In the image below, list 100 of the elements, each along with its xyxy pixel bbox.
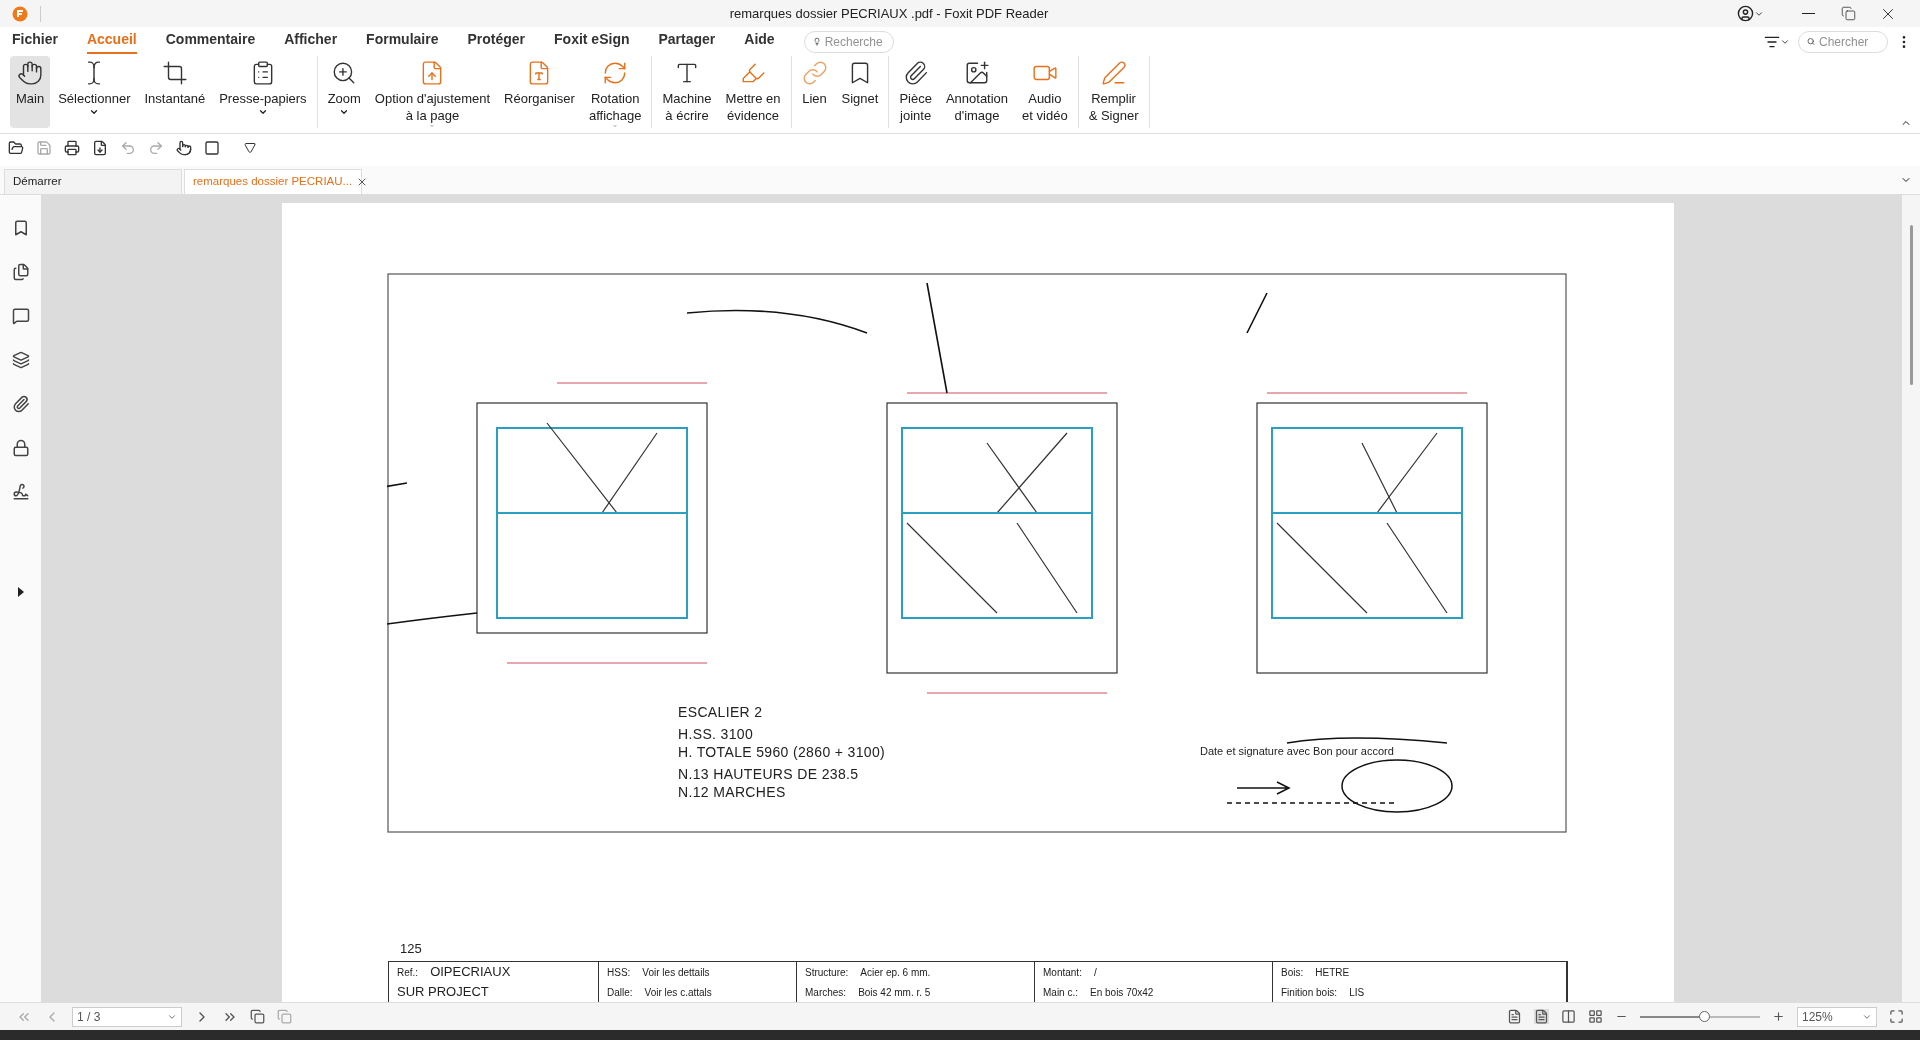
field-value: / xyxy=(1093,965,1097,980)
ribbon-label: & Signer xyxy=(1088,107,1139,124)
drawing-note: H. TOTALE 5960 (2860 + 3100) xyxy=(678,743,886,761)
layers-icon[interactable] xyxy=(11,351,30,369)
ribbon-label: affichage xyxy=(588,107,642,124)
ribbon-label: Pièce xyxy=(899,90,932,107)
ribbon-button[interactable]: Presse-papiers xyxy=(213,56,313,128)
ribbon-button[interactable]: Remplir & Signer xyxy=(1082,56,1145,128)
pages-icon[interactable] xyxy=(11,263,30,281)
expand-panel-icon[interactable] xyxy=(17,587,24,597)
ribbon-button[interactable]: Réorganiser xyxy=(498,56,581,128)
image-icon xyxy=(964,60,990,86)
menu-tab[interactable]: Formulaire xyxy=(366,29,439,54)
menu-tab[interactable]: Afficher xyxy=(284,29,338,54)
zoom-slider-thumb[interactable] xyxy=(1698,1010,1710,1022)
ribbon-label: Mettre en xyxy=(725,90,781,107)
link-icon xyxy=(801,60,828,86)
restore-icon xyxy=(1840,6,1856,21)
crop-icon xyxy=(161,60,188,86)
minimize-icon xyxy=(1801,13,1815,14)
zoom-in-icon[interactable] xyxy=(1772,1010,1785,1023)
drawing-note: N.13 HAUTEURS DE 238.5 xyxy=(678,765,860,783)
ribbon-button[interactable]: Pièce jointe xyxy=(893,56,938,128)
menu-tab[interactable]: Partager xyxy=(658,29,716,54)
ribbon-label: Signet xyxy=(841,90,879,107)
fullscreen-icon[interactable] xyxy=(1889,1009,1904,1024)
lock-icon[interactable] xyxy=(11,439,30,457)
lightbulb-icon xyxy=(812,35,821,48)
ribbon-label: jointe xyxy=(900,107,932,124)
single-page-icon[interactable] xyxy=(1507,1009,1522,1024)
field-value: Bois 42 mm. r. 5 xyxy=(858,985,931,1000)
field-label: Bois: xyxy=(1281,965,1304,980)
window-title: remarques dossier PECRIAUX .pdf - Foxit PDF Reader xyxy=(728,4,1050,23)
menu-tab[interactable]: Protéger xyxy=(467,29,526,54)
field-label: Structure: xyxy=(805,965,849,980)
ribbon-label: Zoom xyxy=(327,90,361,107)
continuous-page-icon[interactable] xyxy=(1534,1009,1549,1024)
ribbon-button[interactable]: Instantané xyxy=(138,56,212,128)
ribbon-label: Presse-papiers xyxy=(219,90,307,107)
document-tab[interactable]: Démarrer xyxy=(4,169,182,194)
ribbon-button[interactable]: Zoom xyxy=(321,56,367,128)
menu-tab[interactable]: Commentaire xyxy=(165,29,256,54)
field-value: LIS xyxy=(1349,985,1365,1000)
dropdown-icon[interactable] xyxy=(244,142,256,154)
ribbon-button[interactable]: Mettre en évidence xyxy=(719,56,787,128)
ribbon-label: Annotation xyxy=(945,90,1009,107)
page-icon[interactable] xyxy=(92,140,108,156)
rectangle-icon[interactable] xyxy=(204,140,220,156)
find-input[interactable]: Chercher xyxy=(1819,32,1879,51)
drawing-note: ESCALIER 2 xyxy=(678,703,764,721)
field-label: Montant: xyxy=(1043,965,1082,980)
scrollbar-thumb[interactable] xyxy=(1909,225,1913,385)
field-value: Acier ep. 6 mm. xyxy=(860,965,931,980)
zoom-field[interactable]: 125% xyxy=(1797,1006,1877,1027)
ribbon-label: évidence xyxy=(727,107,780,124)
pointer-icon[interactable] xyxy=(176,140,192,156)
user-icon xyxy=(1737,5,1754,22)
ribbon-button[interactable]: Rotation affichage xyxy=(582,56,648,128)
field-label: Finition bois: xyxy=(1281,985,1338,1000)
ribbon-button[interactable]: Main xyxy=(10,56,51,128)
two-page-icon[interactable] xyxy=(1561,1009,1576,1024)
page-number-field[interactable]: 1 / 3 xyxy=(72,1006,182,1027)
ribbon-label: Rotation xyxy=(590,90,640,107)
app-logo-icon xyxy=(12,5,28,22)
ribbon-label: Audio xyxy=(1028,90,1062,107)
drawing-note: N.12 MARCHES xyxy=(678,783,787,801)
hand-icon xyxy=(17,60,44,86)
signature-label: Date et signature avec Bon pour accord xyxy=(1200,744,1394,759)
field-label: HSS: xyxy=(607,965,631,980)
field-value: Voir les c.attals xyxy=(644,985,712,1000)
ribbon-label: Sélectionner xyxy=(58,90,131,107)
menu-tab[interactable]: Foxit eSign xyxy=(554,29,630,54)
ribbon-label: Main xyxy=(16,90,45,107)
ribbon-button[interactable]: Option d'ajustement à la page xyxy=(368,56,497,128)
signature-icon[interactable] xyxy=(11,483,30,501)
open-folder-icon[interactable] xyxy=(8,140,24,156)
field-value: HETRE xyxy=(1315,965,1350,980)
ribbon-button[interactable]: Lien xyxy=(795,56,834,128)
menu-tab[interactable]: Fichier xyxy=(12,29,58,54)
account-button[interactable] xyxy=(1737,5,1764,22)
field-value: SUR PROJECT xyxy=(397,983,489,1002)
field-value: OIPECRIAUX xyxy=(430,963,511,982)
search-input[interactable]: Recherche xyxy=(824,32,885,51)
print-icon[interactable] xyxy=(64,140,80,156)
ribbon-button[interactable]: Annotation d'image xyxy=(939,56,1015,128)
comment-icon[interactable] xyxy=(11,307,30,325)
ribbon-label: et vidéo xyxy=(1022,107,1068,124)
ribbon-label: d'image xyxy=(954,107,1000,124)
ribbon-button[interactable]: Sélectionner xyxy=(52,56,137,128)
pages-icon[interactable] xyxy=(250,1009,265,1024)
field-label: Ref.: xyxy=(397,965,419,980)
grid-page-icon[interactable] xyxy=(1588,1009,1603,1024)
ribbon-label: Machine xyxy=(662,90,712,107)
ribbon-button[interactable]: Signet xyxy=(835,56,885,128)
sheet-code: 125 xyxy=(400,940,422,958)
drawing-note: H.SS. 3100 xyxy=(678,725,755,743)
paperclip-icon[interactable] xyxy=(11,395,30,413)
ribbon-button[interactable]: Machine à écrire xyxy=(656,56,718,128)
menu-tab[interactable]: Aide xyxy=(744,29,775,54)
ribbon-button[interactable]: Audio et vidéo xyxy=(1016,56,1074,128)
